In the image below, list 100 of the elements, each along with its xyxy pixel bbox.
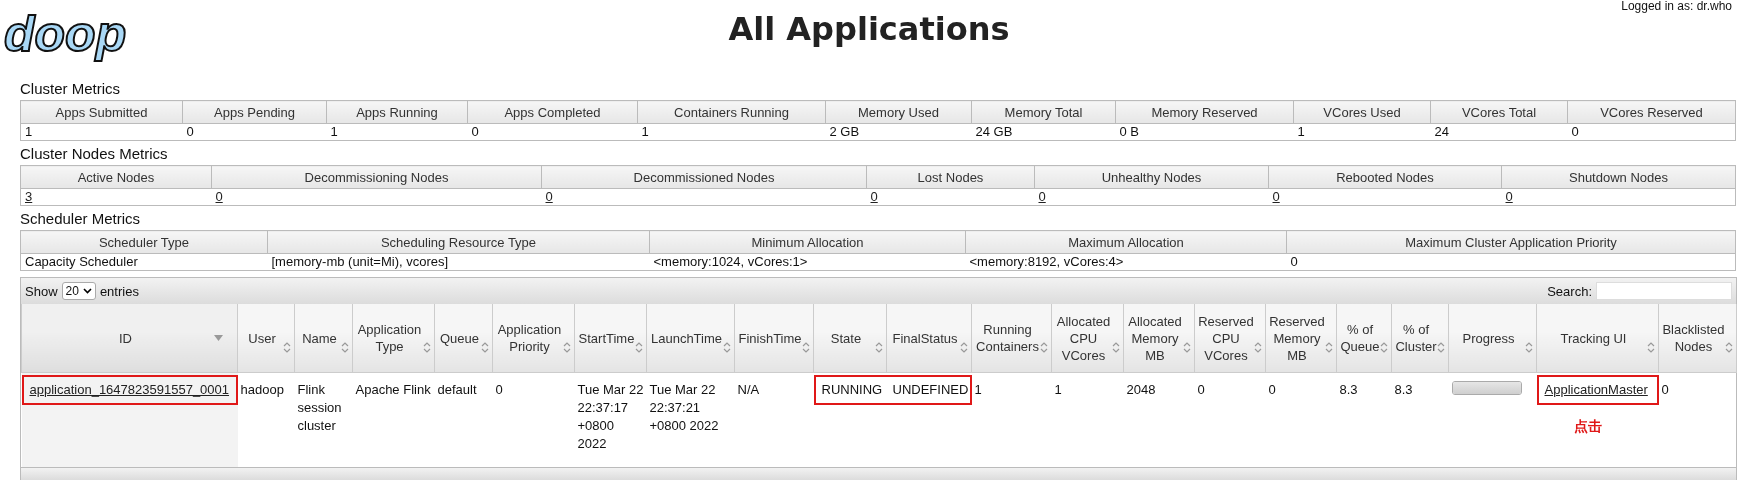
search-field[interactable] <box>1596 282 1732 300</box>
sortable-column-header[interactable]: State <box>813 304 887 373</box>
entries-label: entries <box>99 283 139 299</box>
column-header: Active Nodes <box>20 165 212 189</box>
column-header: Memory Reserved <box>1115 100 1294 124</box>
page-title: All Applications <box>728 10 1010 50</box>
sortable-column-header[interactable]: Reserved Memory MB <box>1265 304 1337 373</box>
node-count-link[interactable]: 0 <box>1038 189 1046 204</box>
sortable-column-header[interactable]: Progress <box>1448 304 1537 373</box>
table-cell: 1 <box>974 382 982 397</box>
column-header: Memory Total <box>971 100 1116 124</box>
table-cell: 0 <box>186 124 194 139</box>
table-link[interactable]: ApplicationMaster <box>1544 382 1648 397</box>
sortable-column-header[interactable]: Reserved CPU VCores <box>1194 304 1266 373</box>
column-header: Apps Pending <box>182 100 327 124</box>
sort-icon <box>1254 342 1262 353</box>
table-cell: <memory:8192, vCores:4> <box>969 254 1124 269</box>
sort-icon <box>1380 342 1388 353</box>
sortable-column-header[interactable]: ID <box>21 304 238 373</box>
table-cell: N/A <box>737 382 760 397</box>
login-status: Logged in as: dr.who <box>1621 0 1732 13</box>
table-cell: 0 B <box>1119 124 1139 139</box>
sort-icon <box>1725 342 1733 353</box>
table-cell: 0 <box>471 124 479 139</box>
sortable-column-header[interactable]: Tracking UI <box>1536 304 1659 373</box>
column-header: VCores Used <box>1293 100 1431 124</box>
table-cell: 1 <box>1054 382 1062 397</box>
sort-icon <box>563 342 571 353</box>
table-cell: UNDEFINED <box>892 382 969 397</box>
annotation-note: 点击 <box>1573 417 1603 435</box>
column-header: VCores Reserved <box>1567 100 1736 124</box>
table-cell: Tue Mar 22 22:37:17 +0800 2022 <box>577 382 644 451</box>
sortable-column-header[interactable]: Blacklisted Nodes <box>1658 304 1737 373</box>
table-cell: 1 <box>25 124 33 139</box>
sort-icon <box>1647 342 1655 353</box>
table-cell: 0 <box>1197 382 1205 397</box>
progress-bar <box>1451 381 1522 395</box>
table-cell: hadoop <box>240 382 284 397</box>
table-cell: Capacity Scheduler <box>25 254 138 269</box>
section-title: Cluster Nodes Metrics <box>20 144 169 164</box>
table-cell: 8.3 <box>1339 382 1358 397</box>
column-header: Lost Nodes <box>866 165 1035 189</box>
sortable-column-header[interactable]: Queue <box>434 304 493 373</box>
section-title: Cluster Metrics <box>20 79 121 99</box>
column-header: Scheduling Resource Type <box>267 230 650 254</box>
sortable-column-header[interactable]: Running Containers <box>971 304 1052 373</box>
column-header: Decommissioning Nodes <box>211 165 542 189</box>
sort-icon <box>635 342 643 353</box>
table-cell: 2 GB <box>829 124 860 139</box>
logo: doop <box>3 6 128 62</box>
node-count-link[interactable]: 0 <box>1272 189 1280 204</box>
table-cell: 1 <box>330 124 338 139</box>
column-header: Maximum Cluster Application Priority <box>1286 230 1736 254</box>
node-count-link[interactable]: 0 <box>545 189 553 204</box>
sort-icon <box>1112 342 1120 353</box>
sortable-column-header[interactable]: LaunchTime <box>646 304 735 373</box>
page-size-select[interactable]: 20 <box>61 282 96 300</box>
column-header: Apps Submitted <box>20 100 183 124</box>
sortable-column-header[interactable]: Allocated Memory MB <box>1123 304 1195 373</box>
sortable-column-header[interactable]: FinishTime <box>734 304 814 373</box>
sortable-column-header[interactable]: User <box>237 304 295 373</box>
sort-icon <box>875 342 883 353</box>
table-cell: Flink session cluster <box>297 382 342 433</box>
column-header: Minimum Allocation <box>649 230 966 254</box>
sort-icon <box>1525 342 1533 353</box>
chevron-down-icon <box>82 288 92 294</box>
column-header: Containers Running <box>637 100 826 124</box>
sort-icon <box>481 342 489 353</box>
sortable-column-header[interactable]: Application Type <box>352 304 435 373</box>
sort-icon <box>1437 342 1445 353</box>
sortable-column-header[interactable]: Application Priority <box>492 304 575 373</box>
column-header: Apps Completed <box>467 100 638 124</box>
sortable-column-header[interactable]: Allocated CPU VCores <box>1051 304 1124 373</box>
sort-icon <box>1183 342 1191 353</box>
sortable-column-header[interactable]: StartTime <box>574 304 647 373</box>
table-cell: 0 <box>495 382 503 397</box>
table-cell: 2048 <box>1126 382 1156 397</box>
table-link[interactable]: application_1647823591557_0001 <box>29 382 230 397</box>
table-cell: 0 <box>1268 382 1276 397</box>
column-header: Memory Used <box>825 100 972 124</box>
table-cell: 1 <box>1297 124 1305 139</box>
sortable-column-header[interactable]: Name <box>294 304 353 373</box>
node-count-link[interactable]: 0 <box>870 189 878 204</box>
sortable-column-header[interactable]: % of Queue <box>1336 304 1392 373</box>
column-header: Decommissioned Nodes <box>541 165 867 189</box>
column-header: Maximum Allocation <box>965 230 1287 254</box>
sort-descending-icon <box>214 335 223 341</box>
sortable-column-header[interactable]: % of Cluster <box>1391 304 1449 373</box>
sort-icon <box>802 342 810 353</box>
table-cell: 0 <box>1290 254 1298 269</box>
sortable-column-header[interactable]: FinalStatus <box>886 304 972 373</box>
column-header: Unhealthy Nodes <box>1034 165 1269 189</box>
table-cell: 1 <box>641 124 649 139</box>
table-cell: 24 <box>1434 124 1449 139</box>
node-count-link[interactable]: 0 <box>1505 189 1513 204</box>
sort-icon <box>723 342 731 353</box>
node-count-link[interactable]: 0 <box>215 189 223 204</box>
node-count-link[interactable]: 3 <box>25 189 33 204</box>
sort-icon <box>341 342 349 353</box>
sort-icon <box>283 342 291 353</box>
